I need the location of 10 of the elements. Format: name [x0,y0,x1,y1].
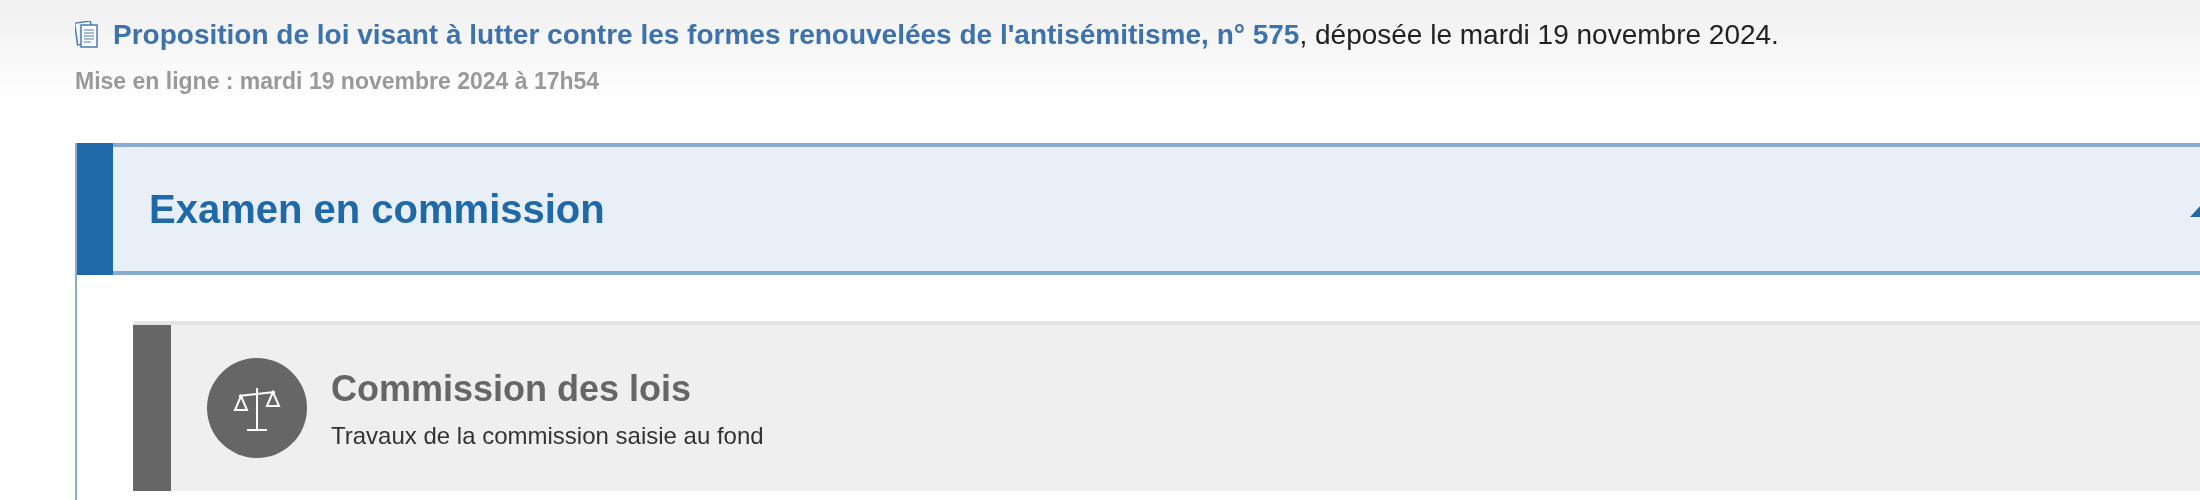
section-title: Examen en commission [149,185,605,233]
card-title: Commission des lois [331,366,693,411]
document-icon [75,21,99,49]
committee-card[interactable]: Commission des lois Travaux de la commission saisie au fond [133,320,2200,491]
document-sentence: Proposition de loi visant à lutter contre les formes renouvelées de l'antisémitisme, n° 575, déposée le mardi 19 novembre 2024. [113,18,1779,52]
section-header[interactable]: Examen en commission [77,142,2200,275]
scales-icon [207,357,307,458]
card-subtitle: Travaux de la commission saisie au fond [331,420,764,451]
publication-date: Mise en ligne : mardi 19 novembre 2024 à 17h54 [75,67,601,96]
document-link[interactable]: Proposition de loi visant à lutter contre les formes renouvelées de l'antisémitisme, n° 575 [113,19,1300,50]
